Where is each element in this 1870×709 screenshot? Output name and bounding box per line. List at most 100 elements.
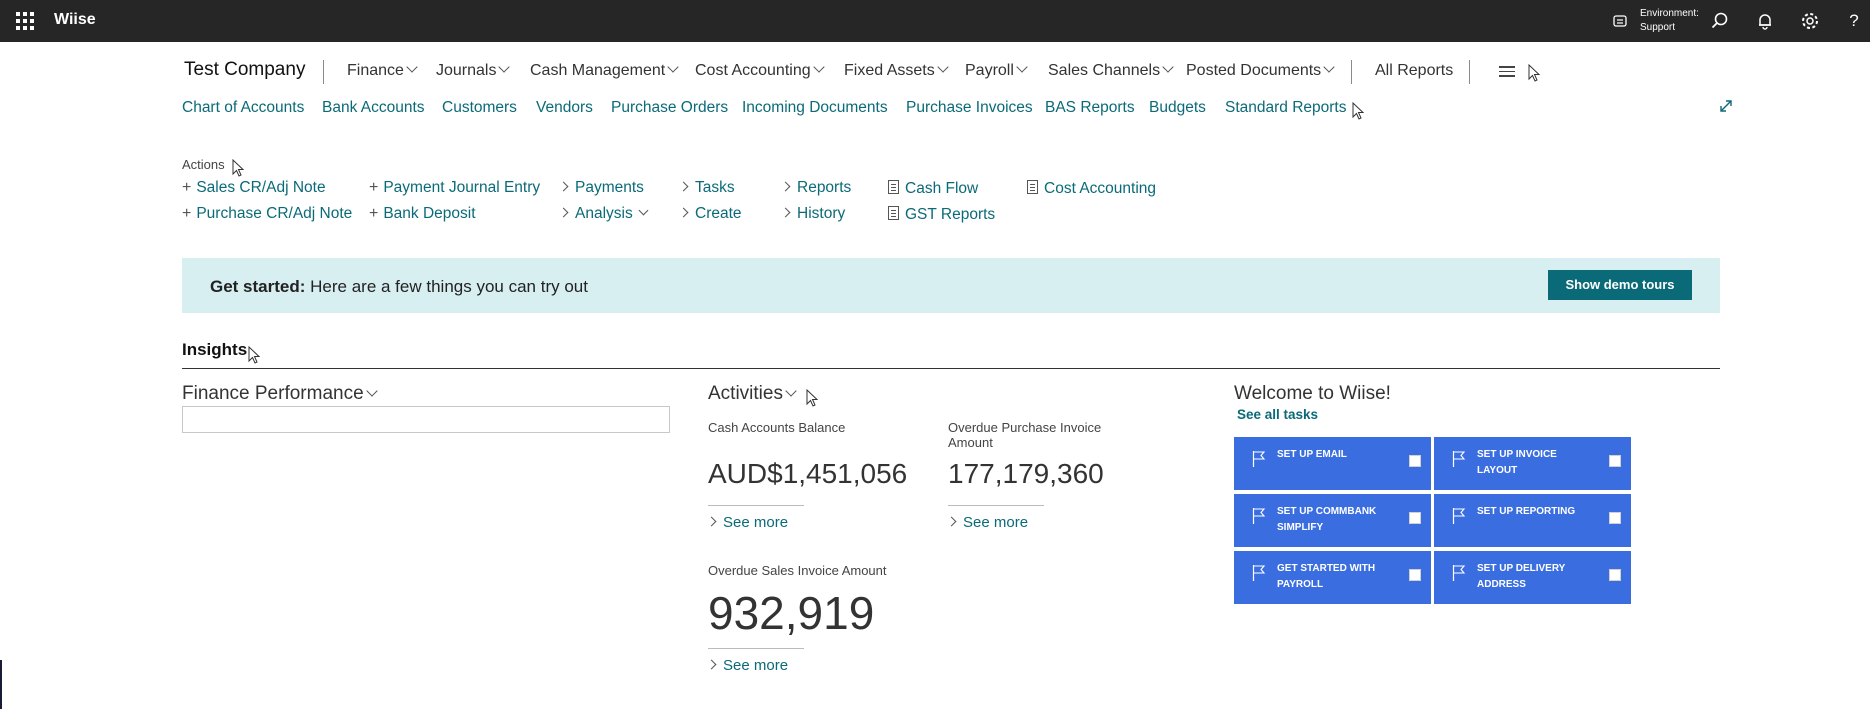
get-started-banner: Get started: Here are a few things you c… xyxy=(182,258,1720,313)
menu-all-reports[interactable]: All Reports xyxy=(1375,62,1453,80)
task-checkbox[interactable] xyxy=(1409,569,1421,581)
action-sales-cr-adj-note[interactable]: + Sales CR/Adj Note xyxy=(182,179,326,197)
menu-cash-management[interactable]: Cash Management xyxy=(530,61,679,80)
finance-performance-chart-area xyxy=(182,406,670,433)
menu-sales-channels[interactable]: Sales Channels xyxy=(1048,61,1174,80)
welcome-title: Welcome to Wiise! xyxy=(1234,383,1391,404)
hamburger-menu-icon[interactable] xyxy=(1499,66,1515,80)
mouse-cursor-icon xyxy=(232,159,244,177)
chevron-down-icon xyxy=(365,385,378,397)
task-set-up-email[interactable]: SET UP EMAIL xyxy=(1234,437,1431,490)
menu-payroll[interactable]: Payroll xyxy=(965,61,1028,80)
tile-divider xyxy=(948,505,1044,506)
cash-accounts-balance-value[interactable]: AUD$1,451,056 xyxy=(708,458,907,490)
chevron-right-icon xyxy=(678,181,689,192)
nav-link-purchase-orders[interactable]: Purchase Orders xyxy=(611,99,728,117)
menu-cost-accounting[interactable]: Cost Accounting xyxy=(695,61,825,80)
nav-link-purchase-invoices[interactable]: Purchase Invoices xyxy=(906,99,1033,117)
overdue-sales-invoice-value[interactable]: 932,919 xyxy=(708,586,874,640)
nav-link-customers[interactable]: Customers xyxy=(442,99,517,117)
banner-text: Get started: Here are a few things you c… xyxy=(210,277,588,296)
company-name[interactable]: Test Company xyxy=(184,59,305,81)
see-all-tasks-link[interactable]: See all tasks xyxy=(1237,407,1318,422)
action-bank-deposit[interactable]: + Bank Deposit xyxy=(369,205,476,223)
task-set-up-invoice-layout[interactable]: SET UP INVOICE LAYOUT xyxy=(1434,437,1631,490)
chevron-right-icon xyxy=(706,659,717,670)
action-create[interactable]: Create xyxy=(678,205,742,223)
flag-icon xyxy=(1452,451,1466,467)
action-history[interactable]: History xyxy=(780,205,845,223)
see-more-link[interactable]: See more xyxy=(706,657,788,674)
plus-icon: + xyxy=(182,179,192,196)
nav-link-budgets[interactable]: Budgets xyxy=(1149,99,1206,117)
chevron-right-icon xyxy=(558,207,569,218)
chevron-down-icon xyxy=(1323,61,1335,73)
action-gst-reports[interactable]: GST Reports xyxy=(888,205,995,224)
chevron-right-icon xyxy=(678,207,689,218)
action-payments[interactable]: Payments xyxy=(558,179,644,197)
task-get-started-with-payroll[interactable]: GET STARTED WITH PAYROLL xyxy=(1234,551,1431,604)
task-set-up-reporting[interactable]: SET UP REPORTING xyxy=(1434,494,1631,547)
chevron-down-icon xyxy=(667,61,679,73)
action-purchase-cr-adj-note[interactable]: + Purchase CR/Adj Note xyxy=(182,205,352,223)
task-set-up-delivery-address[interactable]: SET UP DELIVERY ADDRESS xyxy=(1434,551,1631,604)
action-cost-accounting[interactable]: Cost Accounting xyxy=(1027,179,1156,198)
chevron-down-icon xyxy=(785,385,797,397)
chevron-down-icon xyxy=(937,61,949,73)
action-analysis[interactable]: Analysis xyxy=(558,205,649,223)
menu-posted-documents[interactable]: Posted Documents xyxy=(1186,61,1335,80)
nav-link-chart-of-accounts[interactable]: Chart of Accounts xyxy=(182,99,304,117)
chevron-right-icon xyxy=(706,516,717,527)
chevron-down-icon xyxy=(812,61,825,73)
chevron-down-icon xyxy=(406,61,418,73)
action-payment-journal-entry[interactable]: + Payment Journal Entry xyxy=(369,179,540,197)
actions-title: Actions xyxy=(182,157,225,172)
chevron-right-icon xyxy=(780,181,791,192)
menu-finance[interactable]: Finance xyxy=(347,61,418,80)
settings-gear-icon[interactable] xyxy=(1800,11,1820,31)
see-more-link[interactable]: See more xyxy=(946,514,1028,531)
flag-icon xyxy=(1452,565,1466,581)
flag-icon xyxy=(1252,508,1266,524)
plus-icon: + xyxy=(182,205,192,222)
flag-icon xyxy=(1252,451,1266,467)
activities-title[interactable]: Activities xyxy=(708,383,797,405)
nav-link-incoming-documents[interactable]: Incoming Documents xyxy=(742,99,888,117)
mouse-cursor-icon xyxy=(1352,102,1364,120)
menu-fixed-assets[interactable]: Fixed Assets xyxy=(844,61,949,80)
expand-icon[interactable] xyxy=(1718,98,1734,119)
nav-divider xyxy=(323,60,324,84)
nav-link-bas-reports[interactable]: BAS Reports xyxy=(1045,99,1135,117)
search-icon[interactable] xyxy=(1710,11,1730,31)
task-checkbox[interactable] xyxy=(1609,455,1621,467)
app-launcher-icon[interactable] xyxy=(16,12,34,30)
nav-link-standard-reports[interactable]: Standard Reports xyxy=(1225,99,1347,117)
action-cash-flow[interactable]: Cash Flow xyxy=(888,179,978,198)
task-checkbox[interactable] xyxy=(1409,512,1421,524)
show-demo-tours-button[interactable]: Show demo tours xyxy=(1548,270,1692,300)
menu-journals[interactable]: Journals xyxy=(436,61,511,80)
see-more-link[interactable]: See more xyxy=(706,514,788,531)
top-bar: Wiise Environment: Support ? xyxy=(0,0,1870,42)
action-tasks[interactable]: Tasks xyxy=(678,179,735,197)
chevron-right-icon xyxy=(946,516,957,527)
nav-divider xyxy=(1351,60,1352,84)
task-set-up-commbank-simplify[interactable]: SET UP COMMBANK SIMPLIFY xyxy=(1234,494,1431,547)
task-checkbox[interactable] xyxy=(1609,512,1621,524)
nav-link-vendors[interactable]: Vendors xyxy=(536,99,593,117)
action-reports[interactable]: Reports xyxy=(780,179,851,197)
environment-label: Environment: Support xyxy=(1640,8,1699,33)
tile-divider xyxy=(708,505,804,506)
finance-performance-title[interactable]: Finance Performance xyxy=(182,383,378,405)
help-icon[interactable]: ? xyxy=(1844,11,1864,31)
task-checkbox[interactable] xyxy=(1409,455,1421,467)
window-edge xyxy=(0,660,2,709)
flag-icon xyxy=(1452,508,1466,524)
chevron-down-icon xyxy=(1162,61,1174,73)
plus-icon: + xyxy=(369,179,379,196)
overdue-purchase-invoice-value[interactable]: 177,179,360 xyxy=(948,458,1104,490)
notifications-icon[interactable] xyxy=(1755,11,1775,31)
task-checkbox[interactable] xyxy=(1609,569,1621,581)
brand-name[interactable]: Wiise xyxy=(54,11,96,29)
nav-link-bank-accounts[interactable]: Bank Accounts xyxy=(322,99,425,117)
